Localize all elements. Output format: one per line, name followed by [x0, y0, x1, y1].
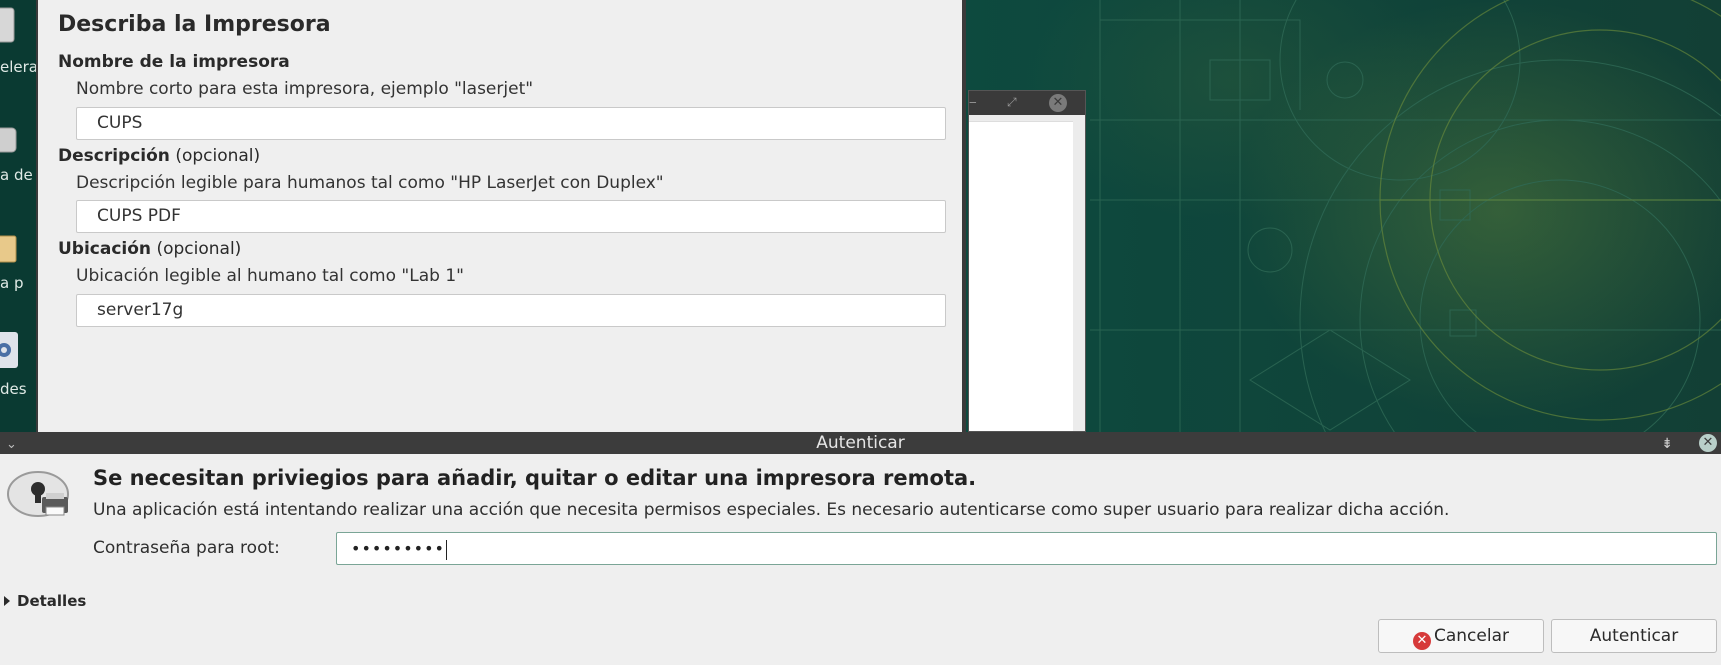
- background-window-titlebar: ‒ ⤢ ✕: [969, 91, 1085, 115]
- text-caret: [445, 539, 447, 560]
- authenticate-dialog: ⌄ Autenticar ⇟ ✕ Se necesitan priviegios…: [0, 432, 1721, 665]
- details-expander[interactable]: Detalles: [4, 592, 86, 610]
- printer-name-field[interactable]: CUPS: [76, 107, 946, 140]
- background-window: ‒ ⤢ ✕: [968, 90, 1086, 432]
- desktop-label-settings[interactable]: des: [0, 380, 27, 398]
- triangle-right-icon: [4, 596, 10, 606]
- close-icon[interactable]: ✕: [1699, 434, 1717, 452]
- window-menu-icon[interactable]: ⌄: [6, 434, 17, 456]
- printer-lock-icon: [6, 469, 72, 519]
- folder-icon[interactable]: [0, 228, 28, 268]
- desktop-label-folder[interactable]: a p: [0, 274, 23, 292]
- background-window-content: [969, 121, 1073, 431]
- auth-heading: Se necesitan priviegios para añadir, qui…: [93, 466, 977, 490]
- authenticate-label: Autenticar: [1589, 626, 1679, 646]
- description-optional: (opcional): [175, 146, 261, 166]
- desktop-label-trash[interactable]: elera: [0, 58, 38, 76]
- desktop-label-drive[interactable]: a de: [0, 166, 33, 184]
- cancel-icon: ✕: [1413, 632, 1431, 650]
- description-hint: Descripción legible para humanos tal com…: [76, 173, 664, 193]
- details-label: Detalles: [17, 592, 87, 610]
- description-heading: Descripción (opcional): [58, 146, 260, 166]
- password-dots: •••••••••: [351, 539, 445, 558]
- pin-icon[interactable]: ⇟: [1661, 433, 1673, 455]
- description-field[interactable]: CUPS PDF: [76, 200, 946, 233]
- description-heading-text: Descripción: [58, 146, 170, 166]
- auth-titlebar: ⌄ Autenticar ⇟ ✕: [0, 432, 1721, 454]
- minimize-icon[interactable]: ‒: [969, 95, 977, 109]
- location-optional: (opcional): [156, 239, 242, 259]
- auth-title: Autenticar: [816, 433, 905, 453]
- location-hint: Ubicación legible al humano tal como "La…: [76, 266, 464, 286]
- printer-name-heading: Nombre de la impresora: [58, 52, 290, 72]
- location-heading-text: Ubicación: [58, 239, 152, 259]
- printer-name-heading-text: Nombre de la impresora: [58, 52, 290, 72]
- printer-name-hint: Nombre corto para esta impresora, ejempl…: [76, 79, 534, 99]
- password-label: Contraseña para root:: [93, 538, 280, 558]
- cancel-button[interactable]: ✕ Cancelar: [1378, 619, 1544, 653]
- trash-icon[interactable]: [0, 4, 28, 44]
- location-field[interactable]: server17g: [76, 294, 946, 327]
- close-icon[interactable]: ✕: [1049, 94, 1067, 112]
- drive-icon[interactable]: [0, 120, 28, 160]
- printer-description-dialog: Describa la Impresora Nombre de la impre…: [36, 0, 966, 432]
- auth-message: Una aplicación está intentando realizar …: [93, 500, 1450, 520]
- password-field[interactable]: •••••••••: [336, 532, 1717, 565]
- cancel-label: Cancelar: [1434, 626, 1509, 646]
- authenticate-button[interactable]: Autenticar: [1551, 619, 1717, 653]
- page-title: Describa la Impresora: [58, 12, 331, 37]
- maximize-icon[interactable]: ⤢: [1007, 95, 1017, 110]
- location-heading: Ubicación (opcional): [58, 239, 241, 259]
